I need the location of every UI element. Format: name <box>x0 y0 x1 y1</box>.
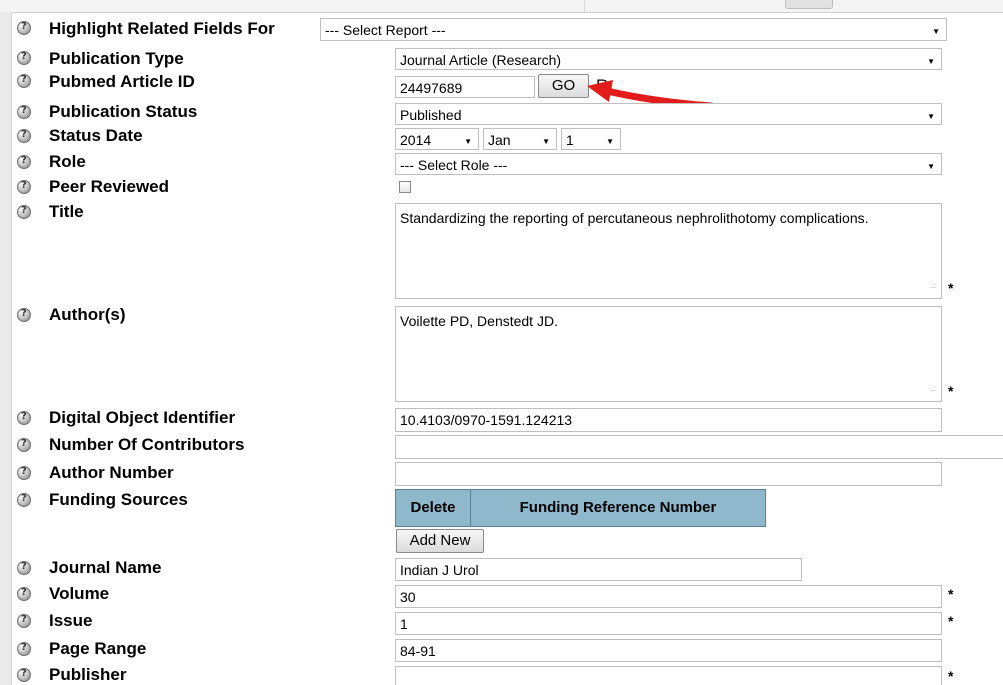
doi-input[interactable]: 10.4103/0970-1591.124213 <box>395 408 942 432</box>
author-number-input[interactable] <box>395 462 942 486</box>
page-range-input[interactable]: 84-91 <box>395 639 942 662</box>
page-range-label: Page Range <box>49 639 147 658</box>
help-icon[interactable] <box>17 668 31 682</box>
num-contributors-label: Number Of Contributors <box>49 435 245 454</box>
funding-sources-label: Funding Sources <box>49 490 188 509</box>
top-tab[interactable] <box>785 0 833 9</box>
num-contributors-input[interactable] <box>395 435 1003 459</box>
help-icon[interactable] <box>17 587 31 601</box>
help-icon[interactable] <box>17 155 31 169</box>
highlight-select[interactable]: --- Select Report --- <box>320 18 947 41</box>
peer-reviewed-checkbox[interactable] <box>399 181 411 193</box>
help-icon[interactable] <box>17 561 31 575</box>
help-icon[interactable] <box>17 438 31 452</box>
add-new-button[interactable]: Add New <box>396 529 484 553</box>
funding-ref-column-header: Funding Reference Number <box>519 499 717 516</box>
help-icon[interactable] <box>17 180 31 194</box>
resize-grip-icon[interactable]: .:: <box>930 277 937 295</box>
required-marker: * <box>948 383 954 399</box>
required-marker: * <box>948 586 954 602</box>
publication-type-select[interactable]: Journal Article (Research) <box>395 48 942 70</box>
funding-table-header: Delete Funding Reference Number <box>395 489 766 527</box>
top-divider <box>584 0 585 12</box>
help-icon[interactable] <box>17 51 31 65</box>
publisher-input[interactable] <box>395 666 942 685</box>
issue-label: Issue <box>49 611 93 630</box>
status-day-select[interactable]: 1 <box>561 128 621 150</box>
issue-input[interactable]: 1 <box>395 612 942 635</box>
help-icon[interactable] <box>17 493 31 507</box>
help-icon[interactable] <box>17 129 31 143</box>
help-icon[interactable] <box>17 308 31 322</box>
authors-text: Voilette PD, Denstedt JD. <box>400 313 558 329</box>
publication-status-label: Publication Status <box>49 102 198 121</box>
publication-type-label: Publication Type <box>49 49 184 68</box>
go-button[interactable]: GO <box>538 74 589 98</box>
pubmed-id-label: Pubmed Article ID <box>49 72 195 91</box>
publication-status-select[interactable]: Published <box>395 103 942 125</box>
help-icon[interactable] <box>17 105 31 119</box>
top-strip <box>0 0 1003 13</box>
publisher-label: Publisher <box>49 665 127 684</box>
journal-name-label: Journal Name <box>49 558 162 577</box>
role-label: Role <box>49 152 86 171</box>
delete-column-header: Delete <box>396 490 471 526</box>
volume-label: Volume <box>49 584 110 603</box>
help-icon[interactable] <box>17 614 31 628</box>
volume-input[interactable]: 30 <box>395 585 942 608</box>
required-marker: * <box>948 280 954 296</box>
help-icon[interactable] <box>17 21 31 35</box>
journal-name-input[interactable]: Indian J Urol <box>395 558 802 581</box>
authors-label: Author(s) <box>49 305 126 324</box>
author-number-label: Author Number <box>49 463 174 482</box>
title-textarea[interactable]: Standardizing the reporting of percutane… <box>395 203 942 299</box>
pubmed-id-input[interactable]: 24497689 <box>395 76 535 98</box>
status-date-label: Status Date <box>49 126 143 145</box>
doi-label: Digital Object Identifier <box>49 408 236 427</box>
highlight-label: Highlight Related Fields For <box>49 19 275 38</box>
title-label: Title <box>49 202 84 221</box>
help-icon[interactable] <box>17 466 31 480</box>
status-month-select[interactable]: Jan <box>483 128 557 150</box>
help-icon[interactable] <box>17 205 31 219</box>
status-year-select[interactable]: 2014 <box>395 128 479 150</box>
resize-grip-icon[interactable]: .:: <box>930 380 937 398</box>
peer-reviewed-label: Peer Reviewed <box>49 177 170 196</box>
help-icon[interactable] <box>17 411 31 425</box>
help-icon[interactable] <box>17 642 31 656</box>
required-marker: * <box>948 613 954 629</box>
required-marker: * <box>948 668 954 684</box>
help-icon[interactable] <box>17 74 31 88</box>
authors-textarea[interactable]: Voilette PD, Denstedt JD. .:: <box>395 306 942 402</box>
left-scroll-bar[interactable] <box>0 12 12 685</box>
role-select[interactable]: --- Select Role --- <box>395 153 942 175</box>
title-text: Standardizing the reporting of percutane… <box>400 210 869 226</box>
